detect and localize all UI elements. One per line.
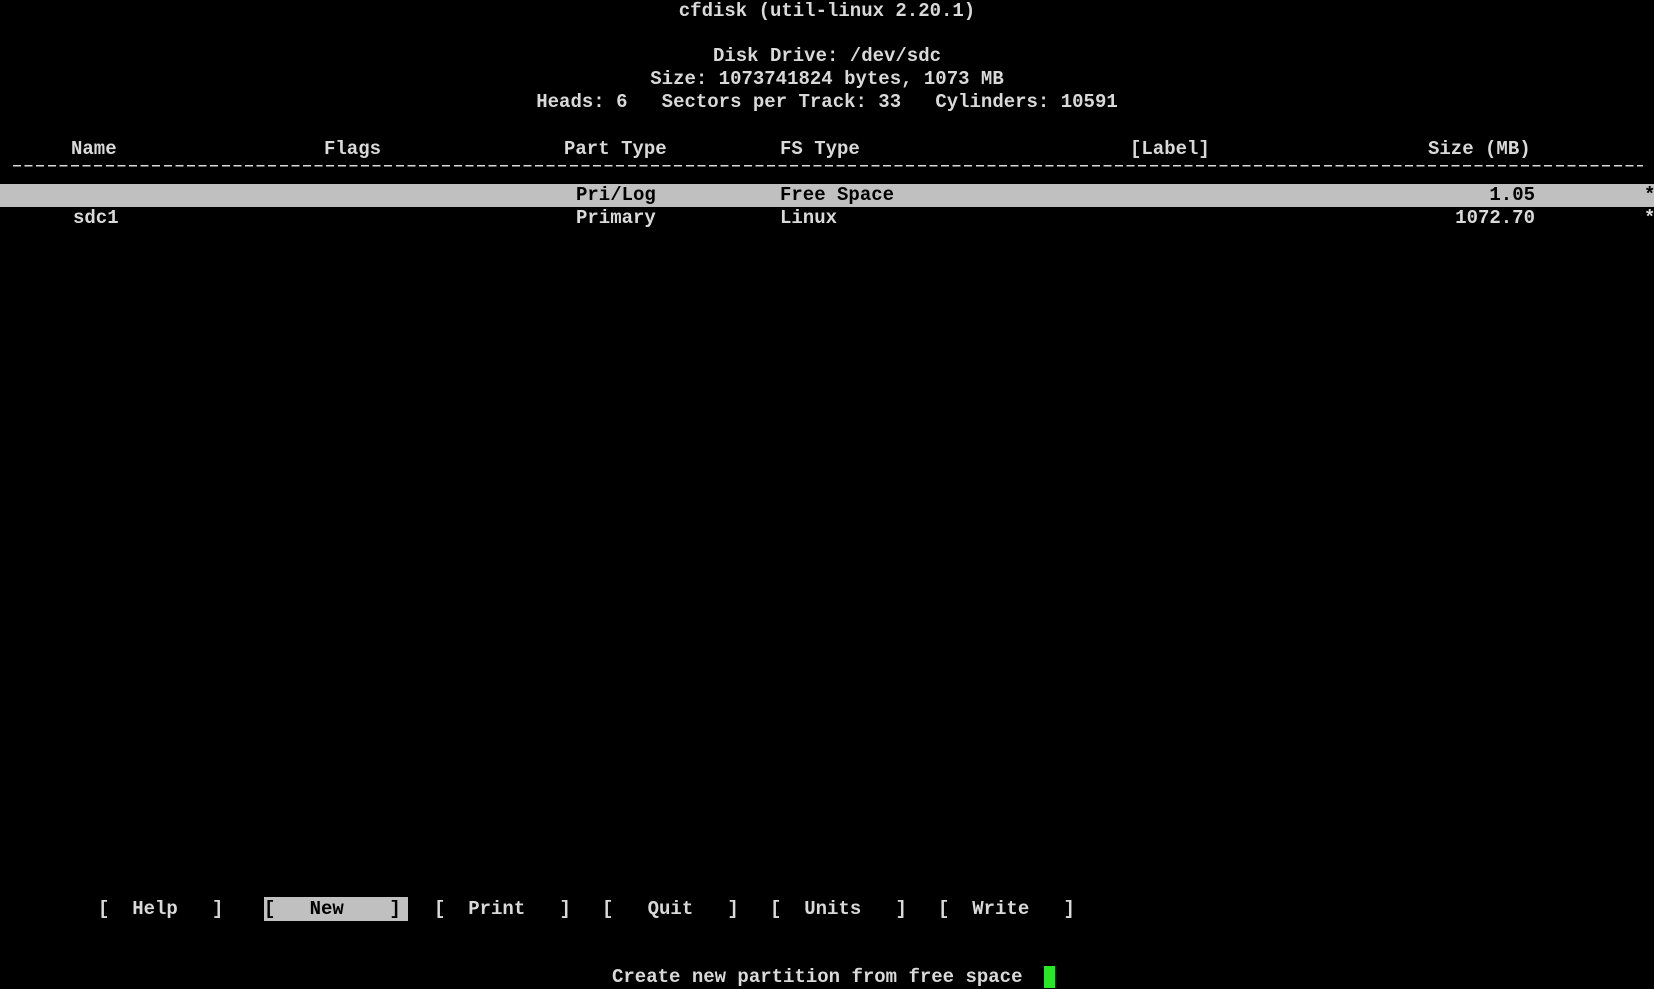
row-size: 1.05 — [1489, 184, 1535, 206]
header-divider — [13, 160, 1643, 170]
row-name: sdc1 — [73, 207, 119, 229]
row-part-type: Pri/Log — [576, 184, 656, 206]
command-menu: [ Help ] [ New ] [ Print ] [ Quit ] [ Un… — [0, 897, 1654, 921]
disk-geometry-label: Heads: 6 Sectors per Track: 33 Cylinders… — [536, 91, 1118, 113]
help-button[interactable]: [ Help ] — [98, 897, 223, 921]
column-header-flags: Flags — [324, 138, 382, 160]
terminal-cursor — [1044, 966, 1055, 988]
units-button[interactable]: [ Units ] — [770, 897, 907, 921]
new-button[interactable]: [ New ] — [264, 897, 408, 921]
row-fs-type: Free Space — [780, 184, 895, 206]
row-fs-type: Linux — [780, 207, 838, 229]
row-part-type: Primary — [576, 207, 656, 229]
row-size: 1072.70 — [1455, 207, 1535, 229]
quit-button-label: Quit — [647, 898, 694, 920]
status-text: Create new partition from free space — [612, 966, 1023, 988]
write-button[interactable]: [ Write ] — [938, 897, 1075, 921]
column-header-fs-type: FS Type — [780, 138, 860, 160]
table-row-sdc1[interactable]: sdc1 Primary Linux 1072.70 * — [0, 207, 1654, 230]
disk-size-label: Size: 1073741824 bytes, 1073 MB — [650, 68, 1004, 90]
column-header-part-type: Part Type — [564, 138, 667, 160]
write-button-label: Write — [972, 898, 1030, 920]
table-header: Name Flags Part Type FS Type [Label] Siz… — [0, 138, 1654, 161]
status-line: Create new partition from free space — [0, 966, 1654, 989]
column-header-name: Name — [71, 138, 117, 160]
quit-button[interactable]: [ Quit ] — [602, 897, 739, 921]
column-header-label: [Label] — [1130, 138, 1210, 160]
row-marker: * — [1644, 184, 1654, 207]
help-button-label: Help — [132, 898, 178, 920]
column-header-size: Size (MB) — [1428, 138, 1531, 160]
new-button-label: New — [309, 898, 344, 920]
row-marker: * — [1644, 207, 1654, 230]
units-button-label: Units — [804, 898, 862, 920]
print-button-label: Print — [468, 898, 526, 920]
disk-drive-label: Disk Drive: /dev/sdc — [712, 45, 942, 67]
program-title: cfdisk (util-linux 2.20.1) — [678, 0, 976, 22]
print-button[interactable]: [ Print ] — [434, 897, 571, 921]
table-row-free-space[interactable]: Pri/Log Free Space 1.05 * — [0, 184, 1654, 207]
